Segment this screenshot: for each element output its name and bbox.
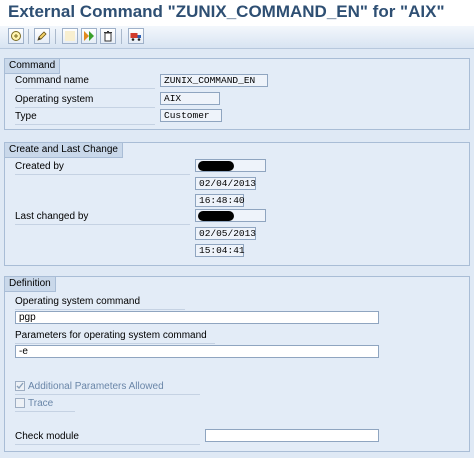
last-changed-by-label: Last changed by: [15, 211, 89, 222]
page-title: External Command "ZUNIX_COMMAND_EN" for …: [8, 2, 445, 21]
execute-icon: [84, 31, 94, 41]
redaction-mark: [198, 211, 234, 221]
trace-checkbox[interactable]: [15, 398, 25, 408]
label-underline: [15, 224, 190, 225]
command-name-field[interactable]: ZUNIX_COMMAND_EN: [160, 74, 268, 87]
additional-params-label: Additional Parameters Allowed: [28, 381, 164, 392]
command-name-label: Command name: [15, 75, 89, 86]
redaction-mark: [198, 161, 234, 171]
window-title-bar: External Command "ZUNIX_COMMAND_EN" for …: [0, 0, 474, 26]
check-module-label: Check module: [15, 431, 79, 442]
create-change-group-header: Create and Last Change: [5, 143, 123, 158]
display-change-button[interactable]: [8, 28, 24, 44]
created-by-field[interactable]: [195, 159, 266, 172]
edit-button[interactable]: [34, 28, 50, 44]
changed-by-field[interactable]: [195, 209, 266, 222]
label-underline: [15, 107, 155, 108]
transport-button[interactable]: [128, 28, 144, 44]
create-change-group: Create and Last Change Created by 02/04/…: [4, 142, 470, 266]
label-underline: [15, 174, 190, 175]
pencil-icon: [37, 31, 47, 41]
transport-truck-icon: [130, 33, 141, 41]
label-underline: [15, 124, 155, 125]
label-underline: [15, 343, 215, 344]
operating-system-field[interactable]: AIX: [160, 92, 220, 105]
check-module-input[interactable]: [205, 429, 379, 442]
changed-date-field[interactable]: 02/05/2013: [195, 227, 256, 240]
label-underline: [15, 309, 185, 310]
parameters-input[interactable]: -e: [15, 345, 379, 358]
blank-icon: [65, 31, 75, 41]
definition-group-header: Definition: [5, 277, 56, 292]
label-underline: [15, 88, 155, 89]
delete-icon: [104, 31, 112, 42]
checkmark-icon: [16, 382, 24, 390]
os-command-label: Operating system command: [15, 296, 141, 307]
trace-label: Trace: [28, 398, 54, 409]
type-field[interactable]: Customer: [160, 109, 222, 122]
toolbar-separator: [55, 29, 56, 44]
created-by-label: Created by: [15, 161, 64, 172]
parameters-label: Parameters for operating system command: [15, 330, 207, 341]
command-group: Command Command name ZUNIX_COMMAND_EN Op…: [4, 58, 470, 130]
definition-group: Definition Operating system command pgp …: [4, 276, 470, 452]
label-underline: [15, 444, 200, 445]
label-underline: [15, 411, 75, 412]
changed-time-field[interactable]: 15:04:41: [195, 244, 245, 257]
label-underline: [15, 394, 200, 395]
display-change-icon: [11, 31, 21, 41]
os-command-input[interactable]: pgp: [15, 311, 379, 324]
blank-button[interactable]: [62, 28, 78, 44]
application-toolbar: [0, 26, 474, 49]
type-label: Type: [15, 111, 37, 122]
command-group-header: Command: [5, 59, 61, 74]
toolbar-separator: [121, 29, 122, 44]
execute-button[interactable]: [81, 28, 97, 44]
delete-button[interactable]: [100, 28, 116, 44]
created-date-field[interactable]: 02/04/2013: [195, 177, 256, 190]
toolbar-separator: [28, 29, 29, 44]
created-time-field[interactable]: 16:48:40: [195, 194, 245, 207]
additional-params-checkbox[interactable]: [15, 381, 25, 391]
operating-system-label: Operating system: [15, 94, 94, 105]
